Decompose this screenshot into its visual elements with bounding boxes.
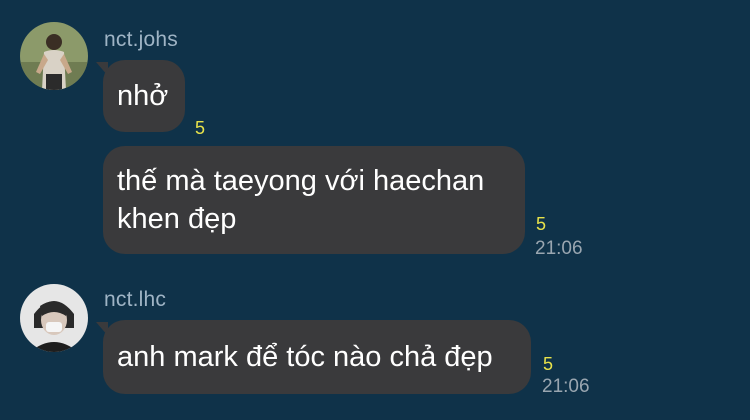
read-count-badge: 5 (195, 118, 206, 138)
sender-name[interactable]: nct.johs (104, 28, 178, 52)
message-bubble[interactable]: anh mark để tóc nào chả đẹp (103, 320, 531, 394)
avatar-nct-johs[interactable] (20, 22, 88, 90)
message-timestamp: 21:06 (535, 238, 583, 259)
avatar-photo-icon (20, 284, 88, 352)
message-bubble[interactable]: thế mà taeyong với haechan khen đẹp (103, 146, 525, 254)
avatar-photo-icon (20, 22, 88, 90)
sender-name[interactable]: nct.lhc (104, 288, 166, 312)
read-count-badge: 5 (536, 214, 547, 234)
read-count-badge: 5 (543, 354, 554, 374)
message-bubble[interactable]: nhở (103, 60, 185, 132)
message-text: anh mark để tóc nào chả đẹp (117, 341, 493, 373)
message-text-line: khen đẹp (117, 203, 237, 235)
message-text: nhở (117, 80, 169, 112)
avatar-nct-lhc[interactable] (20, 284, 88, 352)
message-timestamp: 21:06 (542, 376, 590, 397)
message-text-line: thế mà taeyong với haechan (117, 165, 485, 197)
